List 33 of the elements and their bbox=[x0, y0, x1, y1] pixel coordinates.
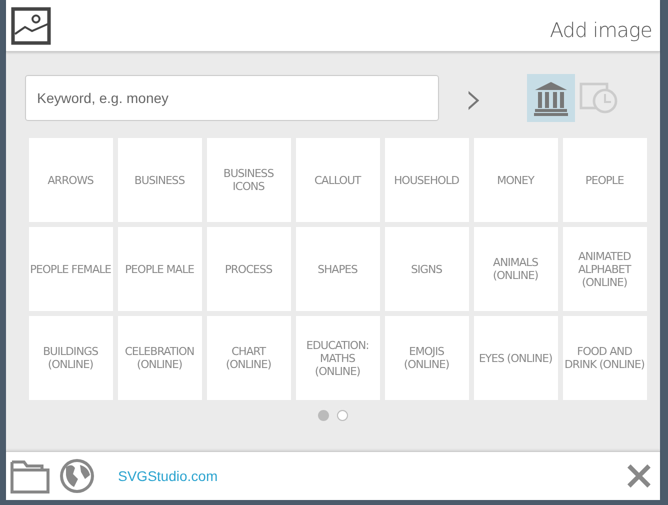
globe-icon[interactable] bbox=[58, 457, 96, 495]
category-tile[interactable]: EDUCATION: MATHS (ONLINE) bbox=[296, 316, 380, 400]
website-link[interactable]: SVGStudio.com bbox=[118, 468, 218, 484]
page-dot[interactable] bbox=[337, 410, 348, 421]
category-tile[interactable]: SHAPES bbox=[296, 227, 380, 311]
category-tile[interactable]: PEOPLE bbox=[562, 138, 646, 222]
category-tile[interactable]: MONEY bbox=[474, 138, 558, 222]
category-tile[interactable]: BUSINESS bbox=[118, 138, 202, 222]
category-tile[interactable]: ANIMALS (ONLINE) bbox=[474, 227, 558, 311]
category-tile[interactable]: BUSINESS ICONS bbox=[206, 138, 290, 222]
category-tile[interactable]: PROCESS bbox=[206, 227, 290, 311]
category-tile[interactable]: EMOJIS (ONLINE) bbox=[384, 316, 468, 400]
close-icon[interactable] bbox=[626, 463, 652, 489]
category-tile[interactable]: ARROWS bbox=[28, 138, 112, 222]
folder-icon[interactable] bbox=[10, 458, 50, 494]
category-tile[interactable]: PEOPLE MALE bbox=[118, 227, 202, 311]
category-tile[interactable]: BUILDINGS (ONLINE) bbox=[28, 316, 112, 400]
library-source-tab[interactable] bbox=[527, 74, 576, 122]
category-tile[interactable]: CELEBRATION (ONLINE) bbox=[118, 316, 202, 400]
page-dot[interactable] bbox=[318, 410, 329, 421]
category-tile[interactable]: CALLOUT bbox=[296, 138, 380, 222]
image-icon bbox=[11, 6, 51, 44]
dialog-title: Add image bbox=[550, 18, 652, 42]
category-tile[interactable]: CHART (ONLINE) bbox=[206, 316, 290, 400]
category-tile[interactable]: SIGNS bbox=[384, 227, 468, 311]
category-tile[interactable]: ANIMATED ALPHABET (ONLINE) bbox=[562, 227, 646, 311]
category-tile[interactable]: FOOD AND DRINK (ONLINE) bbox=[562, 316, 646, 400]
search-go-button[interactable]: › bbox=[459, 73, 490, 123]
category-tile[interactable]: EYES (ONLINE) bbox=[474, 316, 558, 400]
category-tile[interactable]: PEOPLE FEMALE bbox=[28, 227, 112, 311]
museum-icon bbox=[532, 79, 570, 117]
category-tile[interactable]: HOUSEHOLD bbox=[384, 138, 468, 222]
keyword-search-field[interactable]: Keyword, e.g. money bbox=[25, 75, 439, 121]
